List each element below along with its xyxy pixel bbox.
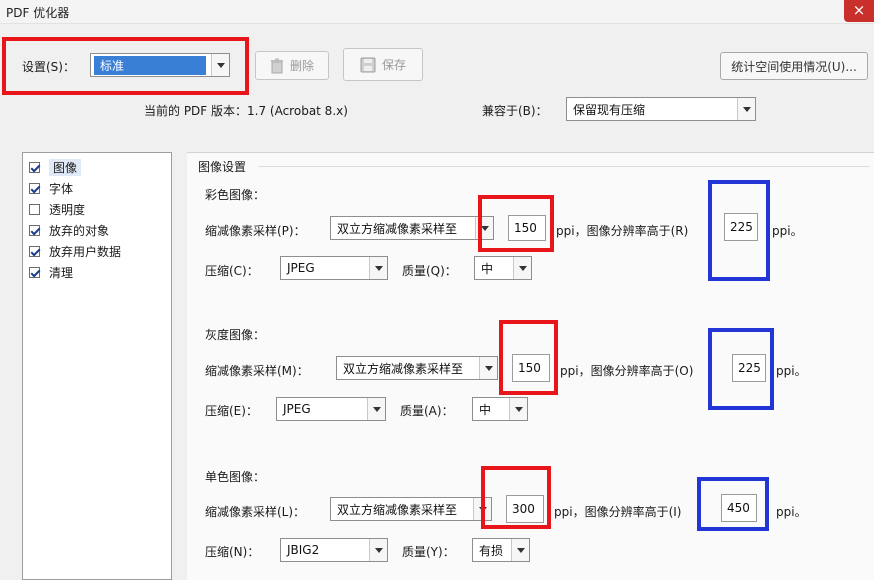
chevron-down-icon: [509, 398, 527, 420]
color-ppi-above-text: ppi，图像分辨率高于(R): [556, 224, 689, 238]
gray-downsample-value: 双立方缩减像素采样至: [343, 361, 464, 376]
checkbox-transparency[interactable]: [29, 203, 40, 215]
chevron-down-icon: [367, 398, 385, 420]
mono-compression-value: JBIG2: [287, 543, 320, 557]
gray-quality-value: 中: [479, 402, 492, 417]
color-compression-value: JPEG: [287, 261, 315, 275]
close-button[interactable]: ×: [844, 0, 874, 22]
mono-images-title: 单色图像：: [205, 470, 266, 484]
category-label: 放弃的对象: [49, 223, 110, 238]
category-item-discard-user-data[interactable]: 放弃用户数据: [29, 242, 167, 260]
chevron-down-icon: [737, 98, 755, 120]
gray-compression-value: JPEG: [283, 402, 311, 416]
gray-compression-select[interactable]: JPEG: [276, 397, 386, 421]
gray-quality-label: 质量(A)：: [400, 404, 454, 418]
checkbox-clean-up[interactable]: [29, 266, 40, 278]
chevron-down-icon: [513, 257, 531, 279]
color-quality-label: 质量(Q)：: [402, 264, 457, 278]
annotation-blue-box: [708, 328, 774, 410]
color-downsample-select[interactable]: 双立方缩减像素采样至: [330, 216, 494, 240]
mono-quality-select[interactable]: 有损: [472, 538, 530, 562]
gray-compression-label: 压缩(E)：: [205, 404, 258, 418]
delete-button[interactable]: 删除: [255, 51, 329, 80]
color-images-title: 彩色图像：: [205, 188, 266, 202]
audit-space-button[interactable]: 统计空间使用情况(U)...: [720, 52, 868, 80]
category-item-fonts[interactable]: 字体: [29, 179, 167, 197]
gray-downsample-select[interactable]: 双立方缩减像素采样至: [336, 356, 498, 380]
chevron-down-icon: [511, 539, 529, 561]
color-compression-select[interactable]: JPEG: [280, 256, 388, 280]
color-downsample-value: 双立方缩减像素采样至: [337, 221, 458, 236]
checkbox-discard-user-data[interactable]: [29, 245, 40, 257]
save-button[interactable]: 保存: [343, 48, 423, 81]
category-item-clean-up[interactable]: 清理: [29, 263, 167, 281]
gray-images-title: 灰度图像：: [205, 328, 266, 342]
annotation-red-box: [478, 195, 554, 252]
audit-space-button-label: 统计空间使用情况(U)...: [731, 59, 857, 74]
compat-label: 兼容于(B)：: [482, 104, 548, 118]
category-item-images[interactable]: 图像: [29, 158, 167, 176]
gray-downsample-label: 缩减像素采样(M)：: [205, 364, 309, 378]
annotation-red-box: [499, 320, 558, 395]
annotation-blue-box: [708, 180, 770, 281]
delete-button-label: 删除: [289, 59, 314, 73]
save-button-label: 保存: [381, 58, 406, 72]
floppy-disk-icon: [360, 57, 376, 72]
chevron-down-icon: [479, 357, 497, 379]
mono-ppi-above-text: ppi，图像分辨率高于(I): [554, 505, 682, 519]
category-item-discard-objects[interactable]: 放弃的对象: [29, 221, 167, 239]
gray-ppi-above-text: ppi，图像分辨率高于(O): [560, 364, 694, 378]
color-ppi-suffix: ppi。: [772, 224, 803, 238]
mono-downsample-select[interactable]: 双立方缩减像素采样至: [330, 497, 492, 521]
category-label: 放弃用户数据: [49, 244, 122, 259]
category-label: 透明度: [49, 202, 86, 217]
color-downsample-label: 缩减像素采样(P)：: [205, 224, 306, 238]
category-label: 图像: [49, 158, 82, 176]
color-compression-label: 压缩(C)：: [205, 264, 259, 278]
category-item-transparency[interactable]: 透明度: [29, 200, 167, 218]
mono-downsample-label: 缩减像素采样(L)：: [205, 505, 306, 519]
image-settings-heading: 图像设置: [198, 160, 247, 174]
window-title: PDF 优化器: [6, 6, 70, 20]
mono-quality-value: 有损: [479, 543, 504, 558]
gray-ppi-suffix: ppi。: [776, 364, 807, 378]
annotation-red-box: [2, 37, 249, 95]
category-list: 图像 字体 透明度 放弃的对象 放弃用户数据 清理: [22, 152, 172, 580]
current-pdf-version: 当前的 PDF 版本：1.7 (Acrobat 8.x): [144, 104, 348, 118]
chevron-down-icon: [369, 257, 387, 279]
color-quality-value: 中: [481, 261, 494, 276]
annotation-blue-box: [697, 477, 769, 531]
mono-compression-select[interactable]: JBIG2: [280, 538, 388, 562]
mono-ppi-suffix: ppi。: [776, 505, 807, 519]
checkbox-fonts[interactable]: [29, 182, 40, 194]
title-bar: [0, 0, 874, 24]
mono-downsample-value: 双立方缩减像素采样至: [337, 502, 458, 517]
category-label: 清理: [49, 265, 74, 280]
annotation-red-box: [481, 466, 551, 529]
trash-icon: [270, 58, 283, 73]
mono-quality-label: 质量(Y)：: [402, 545, 455, 559]
compat-select-value: 保留现有压缩: [573, 102, 646, 117]
mono-compression-label: 压缩(N)：: [205, 545, 260, 559]
chevron-down-icon: [369, 539, 387, 561]
gray-quality-select[interactable]: 中: [472, 397, 528, 421]
compat-select[interactable]: 保留现有压缩: [566, 97, 756, 121]
color-quality-select[interactable]: 中: [474, 256, 532, 280]
checkbox-images[interactable]: [29, 161, 40, 173]
category-label: 字体: [49, 181, 74, 196]
checkbox-discard-objects[interactable]: [29, 224, 40, 236]
divider: [258, 166, 870, 167]
